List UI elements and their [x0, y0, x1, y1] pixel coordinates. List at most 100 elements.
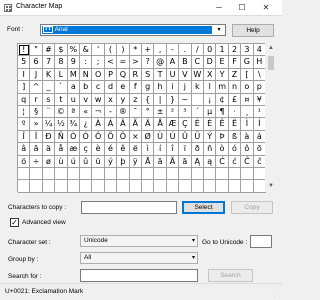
character-cell[interactable]: ą — [204, 155, 217, 168]
character-cell[interactable]: ¾ — [67, 118, 80, 131]
character-cell[interactable]: x — [104, 93, 118, 106]
character-cell[interactable]: ë — [129, 143, 142, 156]
character-cell[interactable]: » — [30, 118, 43, 131]
character-cell[interactable]: & — [80, 44, 93, 57]
character-cell[interactable]: Â — [117, 118, 130, 131]
character-cell[interactable]: ¡ — [204, 93, 217, 106]
character-cell[interactable] — [80, 168, 93, 181]
character-cell[interactable]: Ú — [166, 130, 180, 144]
character-cell[interactable]: Ó — [80, 130, 93, 144]
character-cell[interactable]: ñ — [204, 143, 217, 156]
character-cell[interactable]: 1 — [216, 44, 229, 57]
character-cell[interactable] — [154, 180, 167, 193]
maximize-icon[interactable]: ☐ — [233, 0, 251, 15]
character-cell[interactable]: Ã — [129, 118, 142, 131]
character-cell[interactable]: n — [228, 81, 242, 94]
character-cell[interactable]: Ì — [241, 118, 254, 131]
character-cell[interactable]: k — [191, 81, 204, 94]
character-cell[interactable]: É — [204, 118, 217, 131]
scrollbar-thumb[interactable] — [268, 56, 274, 70]
character-cell[interactable]: @ — [154, 56, 167, 69]
character-cell[interactable]: F — [228, 56, 242, 69]
character-cell[interactable]: Á — [104, 118, 118, 131]
font-select[interactable]: TT Arial ▾ — [40, 24, 226, 36]
character-cell[interactable]: $ — [55, 44, 68, 57]
character-cell[interactable] — [129, 180, 142, 193]
character-cell[interactable] — [67, 180, 80, 193]
character-cell[interactable]: Z — [228, 68, 242, 82]
character-cell[interactable] — [80, 180, 93, 193]
character-cell[interactable] — [228, 180, 242, 193]
character-cell[interactable]: K — [42, 68, 56, 82]
character-cell[interactable]: Ä — [142, 118, 155, 131]
character-cell[interactable]: w — [92, 93, 105, 106]
character-cell[interactable]: Ð — [42, 130, 56, 144]
character-cell[interactable]: j — [179, 81, 192, 94]
character-cell[interactable] — [241, 180, 254, 193]
character-cell[interactable] — [154, 168, 167, 181]
character-cell[interactable]: ÿ — [129, 155, 142, 168]
character-cell[interactable]: a — [67, 81, 80, 94]
character-cell[interactable]: J — [30, 68, 43, 82]
character-cell[interactable]: T — [154, 68, 167, 82]
character-cell[interactable]: Y — [216, 68, 229, 82]
character-cell[interactable]: Ò — [67, 130, 80, 144]
character-cell[interactable]: Ç — [179, 118, 192, 131]
character-cell[interactable] — [166, 180, 180, 193]
character-cell[interactable]: Î — [18, 130, 31, 144]
character-cell[interactable]: µ — [204, 106, 217, 119]
character-cell[interactable]: 9 — [67, 56, 80, 69]
character-cell[interactable]: é — [104, 143, 118, 156]
character-cell[interactable]: 0 — [204, 44, 217, 57]
character-cell[interactable]: ã — [30, 143, 43, 156]
character-cell[interactable]: ~ — [179, 93, 192, 106]
character-cell[interactable]: R — [129, 68, 142, 82]
character-cell[interactable]: ô — [241, 143, 254, 156]
character-cell[interactable]: - — [104, 106, 118, 119]
copy-button[interactable]: Copy — [231, 201, 273, 214]
character-cell[interactable] — [216, 168, 229, 181]
resize-grip-icon[interactable]: ⋰ — [274, 292, 280, 298]
character-cell[interactable]: m — [216, 81, 229, 94]
character-cell[interactable]: + — [142, 44, 155, 57]
character-cell[interactable]: i — [166, 81, 180, 94]
character-cell[interactable]: ) — [117, 44, 130, 57]
character-cell[interactable] — [216, 180, 229, 193]
character-cell[interactable]: ć — [228, 155, 242, 168]
character-cell[interactable] — [191, 93, 204, 106]
character-cell[interactable]: _ — [42, 81, 56, 94]
character-cell[interactable]: ¦ — [18, 106, 31, 119]
character-cell[interactable]: Ø — [142, 130, 155, 144]
character-cell[interactable]: « — [80, 106, 93, 119]
character-cell[interactable]: [ — [241, 68, 254, 82]
character-cell[interactable]: û — [80, 155, 93, 168]
character-cell[interactable] — [191, 180, 204, 193]
chevron-down-icon[interactable]: ▾ — [214, 25, 224, 35]
character-cell[interactable]: 6 — [30, 56, 43, 69]
character-cell[interactable] — [228, 168, 242, 181]
character-cell[interactable]: ² — [166, 106, 180, 119]
character-cell[interactable]: ¶ — [216, 106, 229, 119]
characters-to-copy-input[interactable] — [81, 201, 177, 214]
character-cell[interactable]: v — [80, 93, 93, 106]
character-cell[interactable]: º — [18, 118, 31, 131]
character-cell[interactable]: . — [179, 44, 192, 57]
character-cell[interactable]: t — [55, 93, 68, 106]
character-cell[interactable]: ° — [142, 106, 155, 119]
character-cell[interactable]: ½ — [55, 118, 68, 131]
character-cell[interactable]: Ñ — [55, 130, 68, 144]
character-cell[interactable]: Q — [117, 68, 130, 82]
character-cell[interactable]: I — [18, 68, 31, 82]
character-cell[interactable]: Ý — [204, 130, 217, 144]
character-cell[interactable]: Õ — [104, 130, 118, 144]
character-cell[interactable]: d — [104, 81, 118, 94]
character-cell[interactable]: 5 — [18, 56, 31, 69]
character-cell[interactable] — [142, 180, 155, 193]
character-cell[interactable]: È — [191, 118, 204, 131]
character-cell[interactable]: 2 — [228, 44, 242, 57]
character-cell[interactable]: E — [216, 56, 229, 69]
minimize-icon[interactable]: ─ — [210, 0, 228, 15]
character-cell[interactable]: Ï — [30, 130, 43, 144]
character-cell[interactable] — [104, 180, 118, 193]
character-cell[interactable]: ì — [142, 143, 155, 156]
